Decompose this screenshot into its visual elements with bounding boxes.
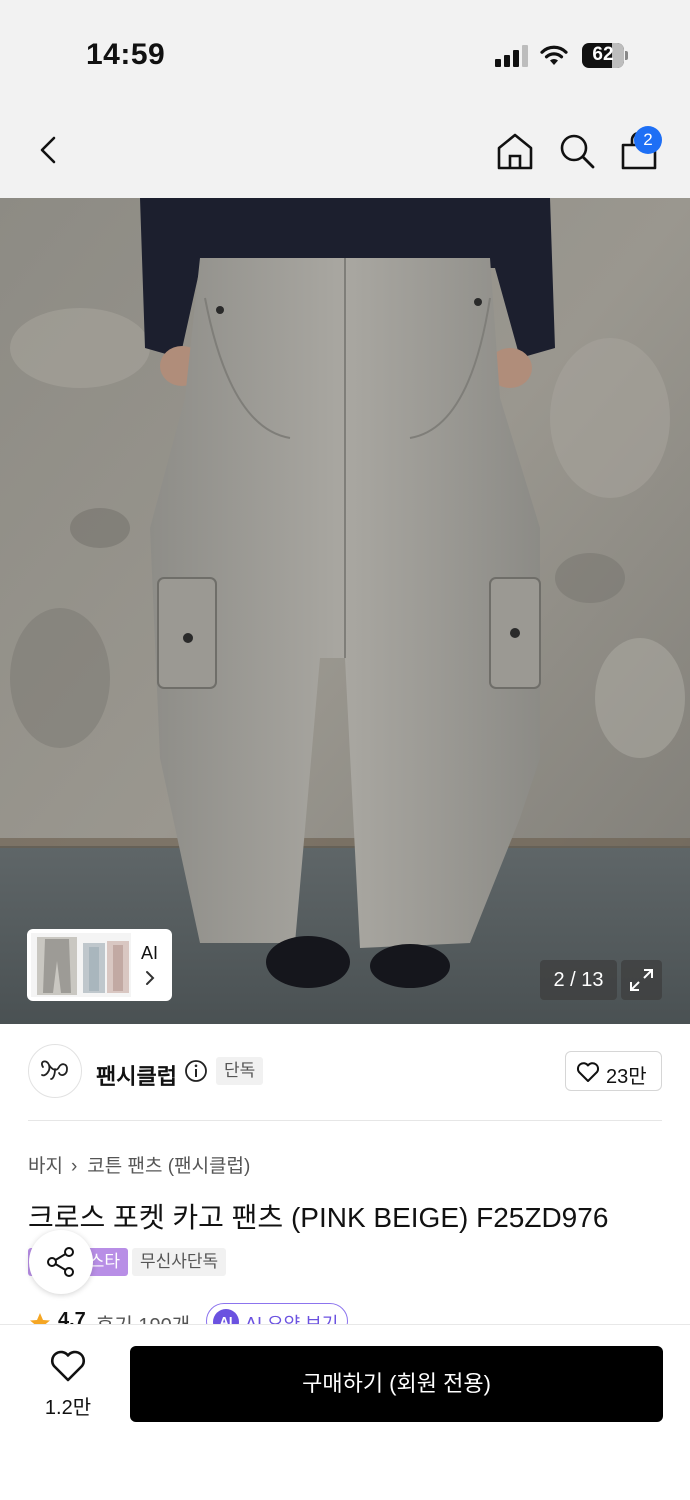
breadcrumb-item[interactable]: 바지 [28,1156,63,1177]
search-button[interactable] [556,130,598,172]
brand-row: 팬시클럽 단독 23만 [0,1024,690,1120]
product-like-button[interactable]: 1.2만 [40,1349,96,1419]
cart-count-badge: 2 [634,126,662,154]
nav-bar: 2 [0,100,690,198]
brand-name[interactable]: 팬시클럽 [96,1059,177,1091]
product-photo [0,198,690,1024]
ai-summary-button[interactable]: AI AI 요약 보기 [206,1303,348,1325]
image-page-indicator: 2 / 13 [540,960,617,1000]
heart-icon [576,1062,600,1082]
bottom-purchase-bar: 1.2만 구매하기 (회원 전용) [0,1324,690,1500]
battery-level: 62 [592,44,614,65]
fullscreen-button[interactable] [621,960,662,1000]
star-icon [30,1313,50,1325]
product-title: 크로스 포켓 카고 팬츠 (PINK BEIGE) F25ZD976 [28,1202,609,1233]
home-button[interactable] [494,130,536,172]
back-button[interactable] [30,130,70,170]
similar-items-thumbnail [31,933,131,997]
ai-similar-items-button[interactable]: AI [27,929,172,1001]
ai-summary-label: AI 요약 보기 [245,1314,339,1325]
home-icon [497,133,533,170]
wifi-icon [539,43,569,67]
chevron-right-icon [146,971,155,985]
cellular-signal-icon [495,45,529,67]
buy-button[interactable]: 구매하기 (회원 전용) [130,1346,663,1422]
divider [28,1120,662,1121]
ai-badge-icon: AI [213,1309,239,1325]
heart-icon [51,1350,85,1382]
product-like-count: 1.2만 [44,1397,92,1419]
search-icon [560,134,595,169]
status-time: 14:59 [86,38,166,71]
brand-logo-mark [41,1060,68,1080]
review-count-link[interactable]: 후기 190개 [96,1309,190,1325]
product-image-gallery[interactable]: AI 2 / 13 [0,198,690,1024]
musinsa-exclusive-tag: 무신사단독 [132,1248,227,1276]
chevron-right-icon: › [70,1156,78,1177]
battery-icon: 62 [582,43,628,68]
brand-like-button[interactable]: 23만 [565,1051,662,1091]
status-bar: 14:59 62 [0,0,690,100]
share-button[interactable] [29,1230,93,1294]
brand-like-count: 23만 [606,1066,647,1088]
chevron-left-icon [40,136,56,164]
share-icon [47,1247,74,1277]
ai-label: AI [141,943,159,963]
rating-value: 4.7 [58,1309,86,1325]
breadcrumb-item[interactable]: 코튼 팬츠 (팬시클럽) [87,1156,250,1177]
breadcrumb: 바지 › 코튼 팬츠 (팬시클럽) [28,1151,250,1178]
exclusive-tag: 단독 [216,1057,264,1085]
brand-logo[interactable] [28,1044,82,1098]
expand-icon [630,969,653,991]
info-icon[interactable] [184,1059,208,1083]
